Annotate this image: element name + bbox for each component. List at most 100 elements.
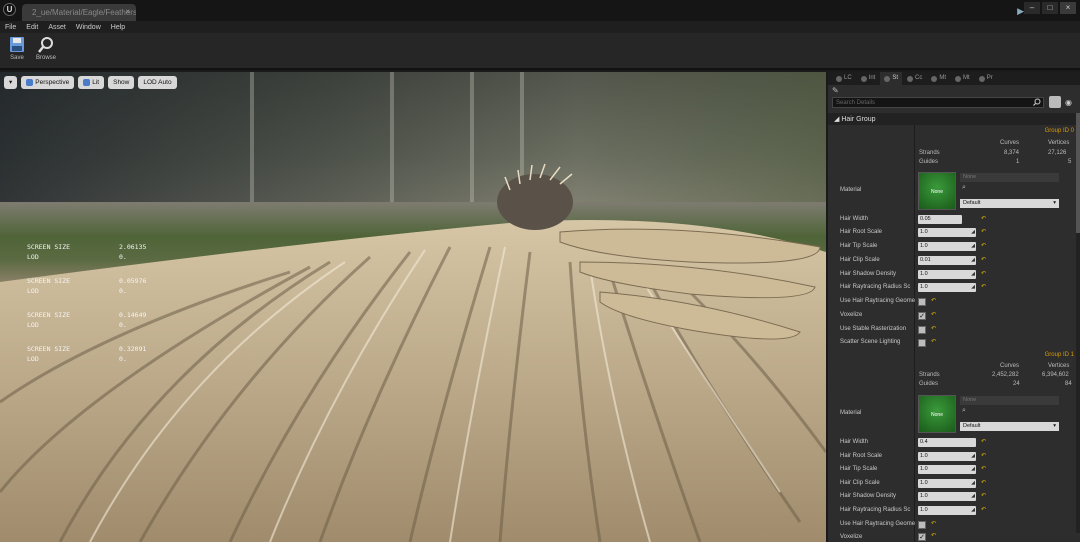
root-scale-input[interactable]: 1.0 ◢ xyxy=(918,452,976,461)
lod-button[interactable]: LOD Auto xyxy=(138,76,177,89)
menu-asset[interactable]: Asset xyxy=(48,24,66,31)
scrollbar-thumb[interactable] xyxy=(1076,113,1080,233)
tip-scale-input[interactable]: 1.0 ◢ xyxy=(918,465,976,474)
tab-label: Int xyxy=(868,75,876,81)
tab-mt-2[interactable]: Mt xyxy=(951,72,974,85)
browse-button[interactable]: Browse xyxy=(31,36,61,61)
material-select[interactable]: Default ▾ xyxy=(960,199,1059,208)
property-matrix-icon[interactable] xyxy=(1049,96,1061,108)
tab-int[interactable]: Int xyxy=(857,72,880,85)
reset-arrow-icon[interactable]: ↶ xyxy=(981,215,986,222)
save-button[interactable]: Save xyxy=(2,36,32,61)
minimize-button[interactable]: – xyxy=(1024,2,1040,14)
perspective-button[interactable]: Perspective xyxy=(21,76,75,89)
find-asset-icon[interactable]: ⌕ xyxy=(962,184,966,192)
panel-scrollbar[interactable] xyxy=(1076,113,1080,533)
tip-scale-input[interactable]: 1.0 ◢ xyxy=(918,242,976,251)
material-none-field[interactable]: None xyxy=(960,396,1059,405)
reset-arrow-icon[interactable]: ↶ xyxy=(981,242,986,249)
reset-arrow-icon[interactable]: ↶ xyxy=(981,492,986,499)
reset-arrow-icon[interactable]: ↶ xyxy=(981,228,986,235)
hair-width-value: 0.05 xyxy=(920,216,931,222)
tab-mt[interactable]: Mt xyxy=(927,72,950,85)
viewport-options-button[interactable]: ▾ xyxy=(4,76,18,89)
voxelize-checkbox[interactable]: ✓ xyxy=(918,312,926,320)
pencil-icon[interactable]: ✎ xyxy=(832,86,839,95)
raytracing-radius-label: Hair Raytracing Radius Sc xyxy=(840,507,911,513)
hair-width-input[interactable]: 0.4 xyxy=(918,438,976,447)
root-scale-label: Hair Root Scale xyxy=(840,229,883,235)
tab-st[interactable]: St xyxy=(880,72,903,85)
shadow-density-input[interactable]: 1.0 ◢ xyxy=(918,270,976,279)
reset-arrow-icon[interactable]: ↶ xyxy=(931,297,936,304)
screen-size-value: 0.32091 xyxy=(119,345,147,353)
search-icon[interactable] xyxy=(1033,98,1041,106)
flag-icon[interactable]: ▶ xyxy=(1017,6,1024,17)
menu-window[interactable]: Window xyxy=(76,24,101,31)
shadow-density-value: 1.0 xyxy=(920,493,928,499)
lit-button[interactable]: Lit xyxy=(78,76,105,89)
material-select[interactable]: Default ▾ xyxy=(960,422,1059,431)
tab-label: Cc xyxy=(915,75,923,81)
show-button[interactable]: Show xyxy=(108,76,135,89)
reset-arrow-icon[interactable]: ↶ xyxy=(981,452,986,459)
tab-lc[interactable]: LC xyxy=(832,72,856,85)
menu-help[interactable]: Help xyxy=(111,24,125,31)
reset-arrow-icon[interactable]: ↶ xyxy=(931,311,936,318)
menu-file[interactable]: File xyxy=(5,24,16,31)
tab-pr[interactable]: Pr xyxy=(975,72,997,85)
material-none-field[interactable]: None xyxy=(960,173,1059,182)
lod-label: LOD xyxy=(27,287,39,295)
voxelize-checkbox[interactable]: ✓ xyxy=(918,533,926,541)
spin-icon: ◢ xyxy=(971,507,975,513)
strands-label: Strands xyxy=(919,150,940,156)
reset-arrow-icon[interactable]: ↶ xyxy=(931,520,936,527)
hair-width-input[interactable]: 0.05 xyxy=(918,215,962,224)
maximize-button[interactable]: □ xyxy=(1042,2,1058,14)
scatter-lighting-checkbox[interactable] xyxy=(918,339,926,347)
shadow-density-input[interactable]: 1.0 ◢ xyxy=(918,492,976,501)
reset-arrow-icon[interactable]: ↶ xyxy=(981,479,986,486)
material-thumbnail[interactable]: None xyxy=(918,172,956,210)
strands-vertices: 27,126 xyxy=(1048,150,1067,156)
stable-rasterization-checkbox[interactable] xyxy=(918,326,926,334)
reset-arrow-icon[interactable]: ↶ xyxy=(981,283,986,290)
reset-arrow-icon[interactable]: ↶ xyxy=(931,325,936,332)
root-scale-input[interactable]: 1.0 ◢ xyxy=(918,228,976,237)
reset-arrow-icon[interactable]: ↶ xyxy=(981,270,986,277)
hair-group-section[interactable]: ◢ Hair Group xyxy=(828,113,1080,125)
reset-arrow-icon[interactable]: ↶ xyxy=(981,438,986,445)
reset-arrow-icon[interactable]: ↶ xyxy=(981,256,986,263)
reset-arrow-icon[interactable]: ↶ xyxy=(931,338,936,345)
find-asset-icon[interactable]: ⌕ xyxy=(962,407,966,415)
material-thumbnail[interactable]: None xyxy=(918,395,956,433)
chevron-down-icon: ▾ xyxy=(1053,200,1056,206)
reset-arrow-icon[interactable]: ↶ xyxy=(931,532,936,539)
raytracing-radius-input[interactable]: 1.0 ◢ xyxy=(918,506,976,515)
close-window-button[interactable]: × xyxy=(1060,2,1076,14)
save-label: Save xyxy=(10,55,24,61)
column-divider[interactable] xyxy=(914,125,915,542)
use-raytracing-label: Use Hair Raytracing Geome xyxy=(840,298,916,304)
raytracing-radius-input[interactable]: 1.0 ◢ xyxy=(918,283,976,292)
reset-arrow-icon[interactable]: ↶ xyxy=(981,465,986,472)
spin-icon: ◢ xyxy=(971,284,975,290)
use-raytracing-label: Use Hair Raytracing Geome xyxy=(840,521,916,527)
viewport[interactable]: ▾ Perspective Lit Show LOD Auto SCREEN S… xyxy=(0,72,826,542)
use-raytracing-checkbox[interactable] xyxy=(918,298,926,306)
root-scale-value: 1.0 xyxy=(920,453,928,459)
spin-icon: ◢ xyxy=(971,243,975,249)
menu-edit[interactable]: Edit xyxy=(26,24,38,31)
clip-scale-input[interactable]: 1.0 ◢ xyxy=(918,479,976,488)
group-id-label: Group ID 1 xyxy=(1044,352,1074,358)
tab-cc[interactable]: Cc xyxy=(903,72,926,85)
asset-tab[interactable]: 2_ue/Material/Eagle/Feathers × xyxy=(22,4,136,21)
eye-icon[interactable]: ◉ xyxy=(1065,98,1072,107)
vertices-header: Vertices xyxy=(1048,363,1070,369)
clip-scale-input[interactable]: 0.01 ◢ xyxy=(918,256,976,265)
use-raytracing-checkbox[interactable] xyxy=(918,521,926,529)
reset-arrow-icon[interactable]: ↶ xyxy=(981,506,986,513)
search-input[interactable]: Search Details xyxy=(832,97,1044,108)
close-icon[interactable]: × xyxy=(125,7,130,16)
lit-icon xyxy=(83,79,91,86)
